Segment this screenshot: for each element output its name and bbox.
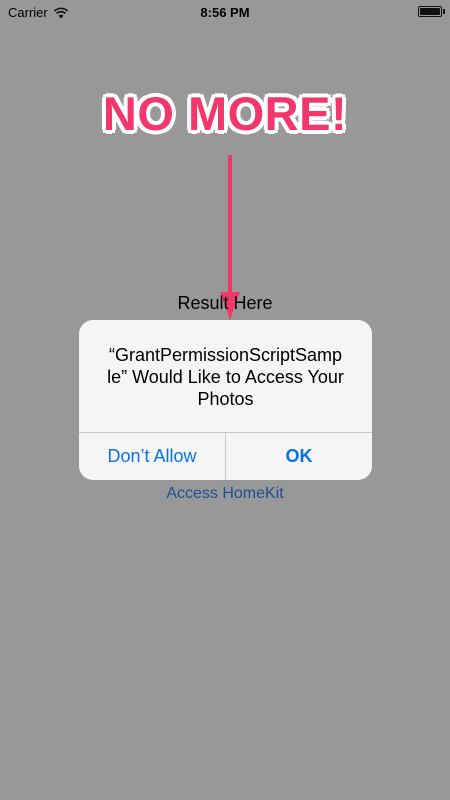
ok-button[interactable]: OK <box>225 433 372 480</box>
down-arrow-icon <box>220 155 240 320</box>
alert-title: “GrantPermissionScriptSamp le” Would Lik… <box>91 344 360 410</box>
alert-title-line: le” Would Like to Access Your <box>107 367 344 387</box>
permission-alert: “GrantPermissionScriptSamp le” Would Lik… <box>79 320 372 480</box>
alert-button-row: Don’t Allow OK <box>79 432 372 480</box>
dont-allow-button[interactable]: Don’t Allow <box>79 433 225 480</box>
result-label: Result Here <box>177 293 273 313</box>
alert-title-line: Photos <box>197 389 254 409</box>
access-homekit-button[interactable]: Access HomeKit <box>0 485 450 503</box>
alert-title-line: “GrantPermissionScriptSamp <box>108 345 343 365</box>
